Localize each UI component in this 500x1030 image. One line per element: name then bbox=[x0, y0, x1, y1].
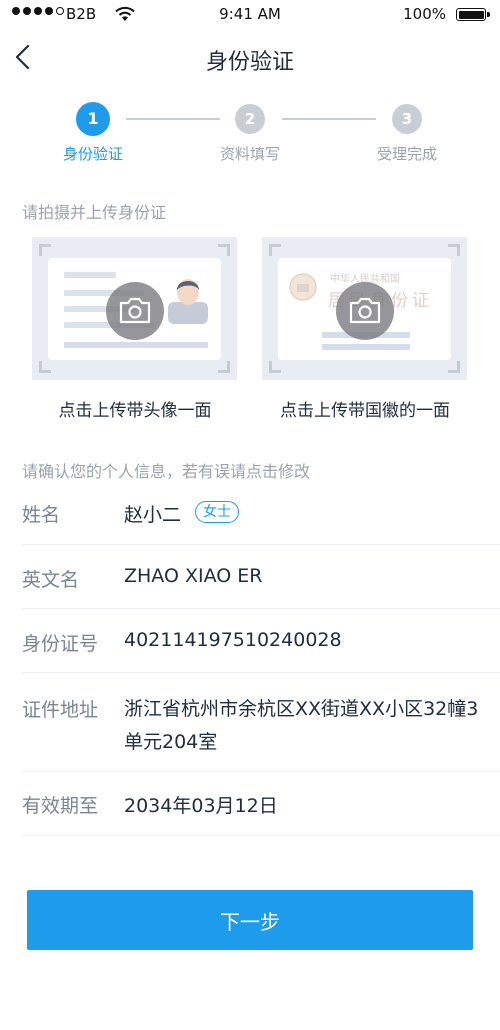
avatar-icon bbox=[168, 279, 208, 324]
step-connector bbox=[126, 118, 220, 120]
address-value[interactable]: 浙江省杭州市余杭区XX街道XX小区32幢3单元204室 bbox=[124, 693, 486, 759]
divider bbox=[22, 771, 500, 772]
info-hint: 请确认您的个人信息，若有误请点击修改 bbox=[22, 462, 311, 481]
camera-icon bbox=[106, 282, 164, 340]
expiry-label: 有效期至 bbox=[22, 795, 99, 817]
step-3-indicator: 3 bbox=[392, 104, 422, 134]
name-value: 赵小二 bbox=[124, 504, 182, 526]
step-3-label: 受理完成 bbox=[376, 145, 437, 163]
upload-hint: 请拍摄并上传身份证 bbox=[22, 203, 167, 222]
battery-icon bbox=[456, 8, 490, 21]
english-name-value: ZHAO XIAO ER bbox=[124, 565, 263, 587]
status-bar: B2B 9:41 AM 100% bbox=[0, 0, 500, 30]
step-2-label: 资料填写 bbox=[219, 145, 280, 163]
national-emblem-icon bbox=[289, 273, 317, 301]
divider bbox=[22, 544, 500, 545]
step-1-label: 身份验证 bbox=[62, 145, 123, 163]
id-back-upload-card[interactable]: 中华人民共和国 居民身份证 bbox=[262, 237, 467, 380]
divider bbox=[22, 835, 500, 836]
next-step-button[interactable]: 下一步 bbox=[27, 890, 473, 950]
id-front-upload-card[interactable] bbox=[32, 237, 237, 380]
id-front-caption: 点击上传带头像一面 bbox=[58, 401, 212, 421]
divider bbox=[22, 608, 500, 609]
divider bbox=[22, 672, 500, 673]
step-1-indicator: 1 bbox=[76, 102, 110, 136]
expiry-value: 2034年03月12日 bbox=[124, 795, 278, 817]
id-number-value: 402114197510240028 bbox=[124, 629, 342, 651]
battery-percent: 100% bbox=[403, 5, 446, 23]
gender-tag[interactable]: 女士 bbox=[195, 501, 239, 523]
step-connector bbox=[282, 118, 376, 120]
english-name-label: 英文名 bbox=[22, 569, 80, 591]
page-title: 身份验证 bbox=[205, 50, 294, 75]
name-label: 姓名 bbox=[22, 504, 61, 526]
id-number-label: 身份证号 bbox=[22, 633, 99, 655]
step-2-indicator: 2 bbox=[235, 104, 265, 134]
id-back-caption: 点击上传带国徽的一面 bbox=[280, 401, 450, 421]
camera-icon bbox=[336, 282, 394, 340]
address-label: 证件地址 bbox=[22, 699, 99, 721]
